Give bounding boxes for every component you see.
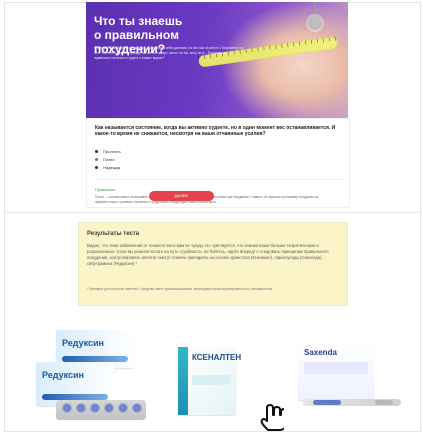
pill-icon (132, 403, 142, 413)
saxenda-name: Saxenda (304, 348, 337, 357)
page: Что ты знаешь о правильном похудении? Я … (0, 0, 423, 432)
pill-icon (62, 403, 72, 413)
radio-dot-icon (95, 166, 98, 170)
hand-pointer-icon (260, 404, 284, 431)
pill-icon (76, 403, 86, 413)
answer-option-label: Надежда (103, 165, 120, 170)
results-text: Видно, что тема избавления от лишнего ве… (87, 243, 329, 266)
answer-option-1[interactable]: Пролесть (95, 149, 121, 155)
pill-icon (104, 403, 114, 413)
radio-selected-dot-icon (95, 158, 98, 162)
results-title: Результаты теста (87, 231, 140, 237)
reduxin-name: Редуксин (42, 370, 84, 380)
saxenda-pen (303, 399, 401, 406)
pill-icon (90, 403, 100, 413)
answer-option-2[interactable]: Плато (95, 157, 114, 163)
cursor-dot (308, 16, 322, 30)
reduxin-blister (56, 400, 146, 420)
answer-label: Правильно (95, 187, 116, 192)
saxenda-band (304, 362, 368, 374)
cursor-stem (314, 2, 316, 17)
reduxin-name: Редуксин (62, 338, 104, 348)
answer-option-label: Плато (103, 157, 115, 162)
answer-divider (95, 179, 343, 180)
xenalten-stripe (178, 347, 188, 415)
xenalten-package[interactable]: КСЕНАЛТЕН (178, 347, 241, 415)
xenalten-name: КСЕНАЛТЕН (192, 353, 242, 362)
saxenda-package[interactable]: Saxenda (298, 342, 374, 400)
results-note: * Препарат для контроля аппетита. Средст… (87, 287, 273, 291)
question-card: Как называется состояние, когда вы актив… (86, 118, 350, 208)
question-title: Как называется состояние, когда вы актив… (95, 125, 336, 137)
pill-icon (118, 403, 128, 413)
answer-option-3[interactable]: Надежда (95, 165, 120, 171)
xenalten-band (192, 375, 230, 385)
radio-dot-icon (95, 150, 98, 154)
test-results-card: Результаты теста Видно, что тема избавле… (78, 222, 348, 306)
hero-banner: Что ты знаешь о правильном похудении? Я … (86, 2, 348, 118)
next-button[interactable]: ДАЛЕЕ (149, 191, 214, 201)
answer-option-label: Пролесть (103, 149, 121, 154)
hero-title-line-1: Что ты знаешь (94, 14, 183, 28)
hero-text: Я каждый божий день я стараюсь, я измучи… (94, 46, 243, 60)
